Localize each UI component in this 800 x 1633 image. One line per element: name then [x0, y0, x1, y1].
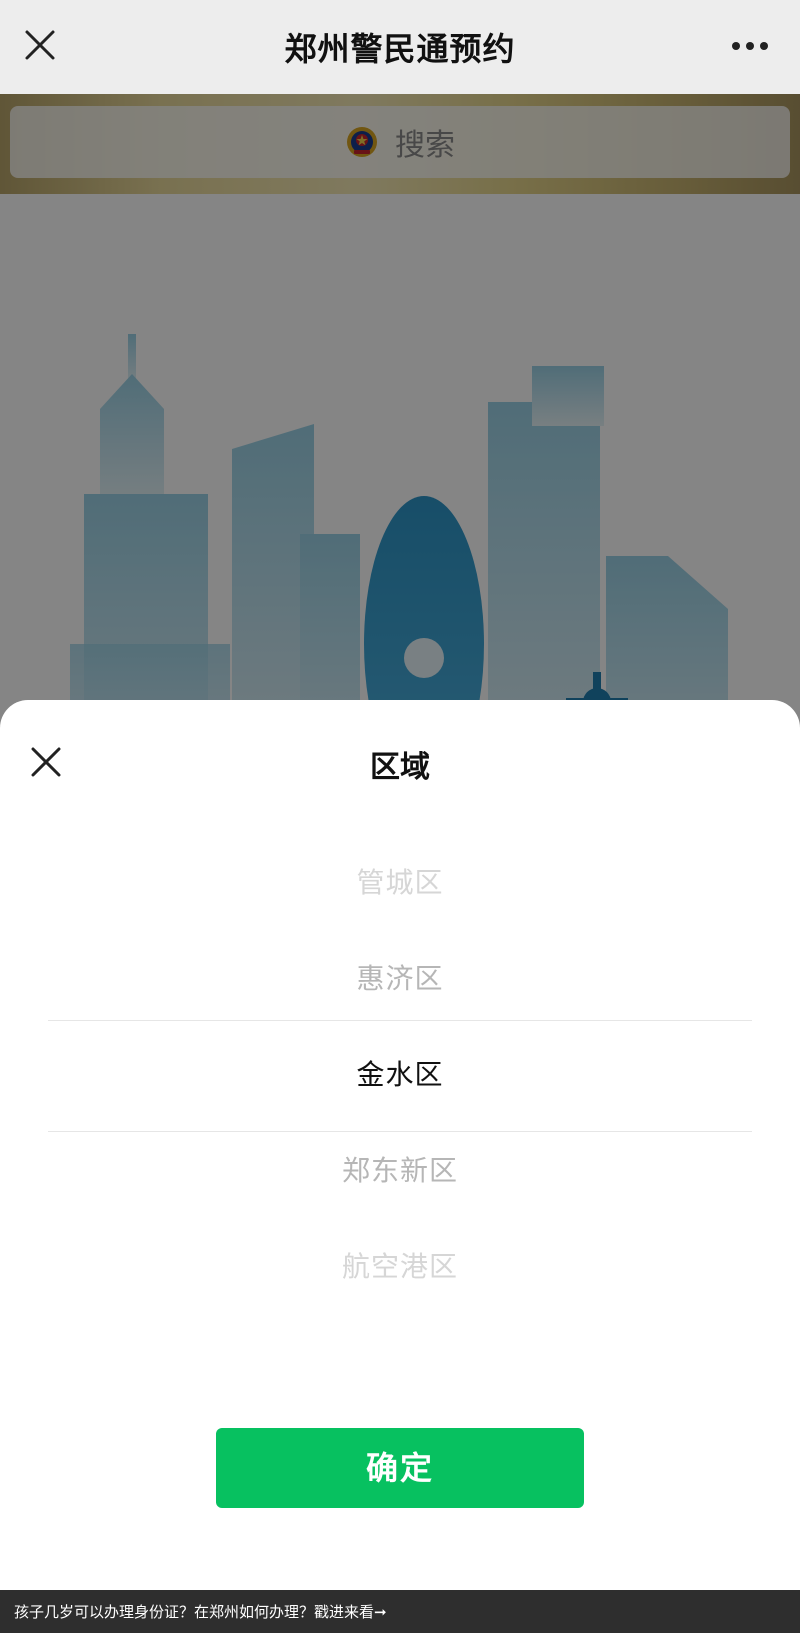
- region-picker-wheel[interactable]: 管城区 惠济区 金水区 郑东新区 航空港区: [0, 835, 800, 1315]
- confirm-button[interactable]: 确定: [216, 1428, 584, 1508]
- picker-option[interactable]: 航空港区: [0, 1219, 800, 1315]
- region-picker-sheet: 区域 管城区 惠济区 金水区 郑东新区 航空港区 确定: [0, 700, 800, 1590]
- dot: [760, 42, 768, 50]
- dot: [746, 42, 754, 50]
- page-title: 郑州警民通预约: [284, 30, 516, 68]
- caption-text: 孩子几岁可以办理身份证？在郑州如何办理？戳进来看➞: [14, 1603, 387, 1621]
- picker-option[interactable]: 管城区: [0, 835, 800, 931]
- picker-option[interactable]: 惠济区: [0, 931, 800, 1027]
- picker-option[interactable]: 郑东新区: [0, 1123, 800, 1219]
- top-navigation-bar: 郑州警民通预约: [0, 0, 800, 94]
- dot: [732, 42, 740, 50]
- sheet-title: 区域: [370, 750, 430, 785]
- close-icon[interactable]: [22, 27, 58, 63]
- more-dots-icon[interactable]: [732, 37, 768, 55]
- picker-option-selected[interactable]: 金水区: [0, 1027, 800, 1123]
- caption-bar: 孩子几岁可以办理身份证？在郑州如何办理？戳进来看➞: [0, 1590, 800, 1633]
